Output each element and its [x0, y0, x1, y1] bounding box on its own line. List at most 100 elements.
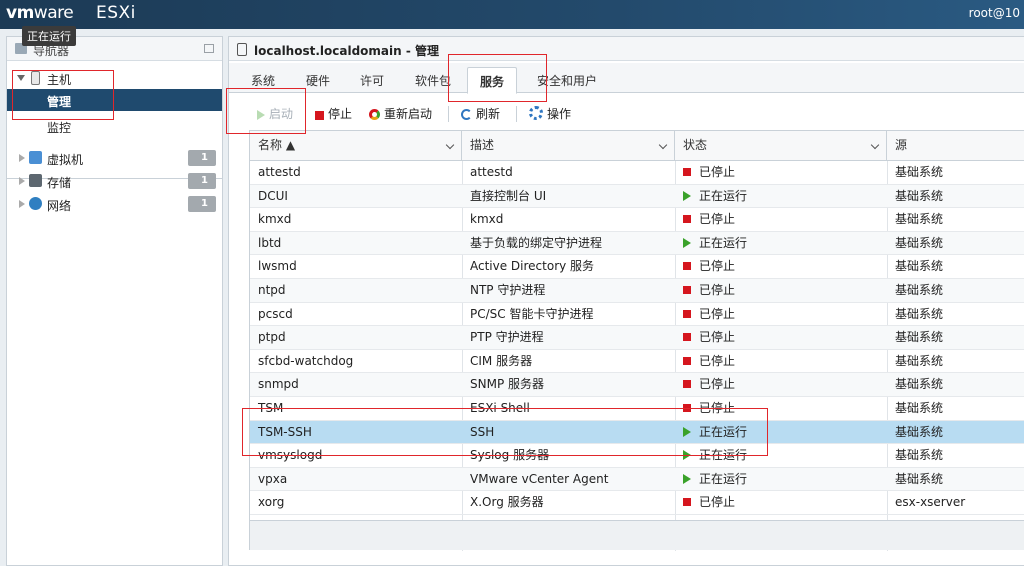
top-bar: vmware ESXi root@10: [0, 0, 1024, 29]
cell-status-text: 正在运行: [699, 424, 748, 439]
storage-icon: [29, 174, 42, 187]
table-row[interactable]: pcscd PC/SC 智能卡守护进程 已停止 基础系统: [250, 303, 1024, 327]
cell-status: 已停止: [675, 350, 887, 373]
cell-source-text: 基础系统: [895, 353, 944, 368]
cell-status-text: 正在运行: [699, 448, 748, 463]
cell-description: SNMP 服务器: [462, 373, 675, 396]
cell-description-text: attestd: [470, 165, 513, 179]
cell-name: xorg: [250, 491, 462, 514]
running-icon: [683, 237, 691, 248]
refresh-button[interactable]: 刷新: [461, 105, 500, 122]
cell-name-text: TSM: [258, 400, 284, 415]
cell-description: VMware vCenter Agent: [462, 468, 675, 491]
cell-source: 基础系统: [887, 279, 1024, 302]
host-icon: [31, 71, 40, 85]
nav-item-storage[interactable]: 存储 1: [7, 170, 222, 192]
chevron-down-icon[interactable]: [658, 140, 668, 150]
cell-status-text: 已停止: [699, 353, 736, 368]
tab-system[interactable]: 系统: [251, 72, 275, 89]
tab-services[interactable]: 服务: [467, 67, 518, 94]
stop-button[interactable]: 停止: [315, 105, 352, 122]
table-row[interactable]: TSM ESXi Shell 已停止 基础系统: [250, 397, 1024, 421]
nav-item-network[interactable]: 网络 1: [7, 193, 222, 215]
expand-right-icon[interactable]: [19, 177, 25, 185]
cell-description-text: Syslog 服务器: [470, 448, 550, 463]
page-title: localhost.localdomain - 管理: [254, 44, 440, 58]
nav-item-label: 监控: [47, 121, 72, 135]
cell-name: sfcbd-watchdog: [250, 350, 462, 373]
cell-source-text: 基础系统: [895, 188, 944, 203]
cell-source: 基础系统: [887, 185, 1024, 208]
nav-item-manage[interactable]: 管理: [7, 89, 222, 111]
cell-name-text: xorg: [258, 495, 285, 510]
collapse-icon[interactable]: [204, 44, 214, 53]
tab-license[interactable]: 许可: [360, 72, 384, 89]
cell-source-text: esx-xserver: [895, 495, 966, 510]
cell-name: TSM: [250, 397, 462, 420]
cell-source-text: 基础系统: [895, 330, 944, 345]
cell-name: vmsyslogd: [250, 444, 462, 467]
cell-name-text: vpxa: [258, 471, 288, 486]
table-row[interactable]: ptpd PTP 守护进程 已停止 基础系统: [250, 326, 1024, 350]
cell-source: 基础系统: [887, 468, 1024, 491]
restart-button[interactable]: 重新启动: [369, 105, 432, 122]
expand-right-icon[interactable]: [19, 154, 25, 162]
tooltip: 正在运行: [22, 26, 76, 46]
cell-description-text: 直接控制台 UI: [470, 188, 547, 203]
column-header-source[interactable]: 源: [887, 131, 1024, 161]
nav-item-host[interactable]: 主机: [7, 67, 222, 89]
count-badge: 1: [188, 196, 216, 212]
table-row[interactable]: attestd attestd 已停止 基础系统: [250, 161, 1024, 185]
table-row[interactable]: snmpd SNMP 服务器 已停止 基础系统: [250, 373, 1024, 397]
table-row[interactable]: lwsmd Active Directory 服务 已停止 基础系统: [250, 255, 1024, 279]
cell-status: 正在运行: [675, 444, 887, 467]
table-row[interactable]: kmxd kmxd 已停止 基础系统: [250, 208, 1024, 232]
cell-source: 基础系统: [887, 303, 1024, 326]
cell-status: 已停止: [675, 491, 887, 514]
nav-item-vms[interactable]: 虚拟机 1: [7, 147, 222, 169]
expand-right-icon[interactable]: [19, 200, 25, 208]
table-row[interactable]: vpxa VMware vCenter Agent 正在运行 基础系统: [250, 467, 1024, 492]
table-row[interactable]: TSM-SSH SSH 正在运行 基础系统: [250, 420, 1024, 445]
actions-button[interactable]: 操作: [529, 105, 571, 122]
tab-packages[interactable]: 软件包: [415, 72, 451, 89]
table-row[interactable]: ntpd NTP 守护进程 已停止 基础系统: [250, 278, 1024, 303]
gear-icon: [529, 106, 543, 120]
column-label: 描述: [470, 138, 495, 152]
chevron-down-icon[interactable]: [870, 140, 880, 150]
count-badge: 1: [188, 173, 216, 189]
cell-name-text: ptpd: [258, 330, 286, 345]
cell-source: 基础系统: [887, 208, 1024, 231]
column-header-status[interactable]: 状态: [675, 131, 887, 161]
table-row[interactable]: vmsyslogd Syslog 服务器 正在运行 基础系统: [250, 444, 1024, 468]
cell-description: PC/SC 智能卡守护进程: [462, 303, 675, 326]
expand-down-icon[interactable]: [17, 75, 25, 81]
cell-description-text: SNMP 服务器: [470, 377, 544, 392]
cell-source-text: 基础系统: [895, 306, 944, 321]
cell-source: 基础系统: [887, 255, 1024, 278]
services-table: 名称 ▲ 描述 状态 源 attestd attestd 已停止 基础系统 DCUI 直接…: [249, 130, 1024, 551]
tab-hardware[interactable]: 硬件: [306, 72, 330, 89]
table-row[interactable]: xorg X.Org 服务器 已停止 esx-xserver: [250, 491, 1024, 515]
tab-security-users[interactable]: 安全和用户: [537, 72, 597, 89]
column-header-name[interactable]: 名称 ▲: [250, 131, 462, 161]
cell-name-text: lbtd: [258, 235, 282, 250]
vm-icon: [29, 151, 42, 164]
cell-description-text: VMware vCenter Agent: [470, 471, 609, 486]
start-button[interactable]: 启动: [257, 105, 293, 122]
table-row[interactable]: sfcbd-watchdog CIM 服务器 已停止 基础系统: [250, 350, 1024, 374]
chevron-down-icon[interactable]: [445, 140, 455, 150]
cell-status: 已停止: [675, 279, 887, 302]
table-row[interactable]: DCUI 直接控制台 UI 正在运行 基础系统: [250, 184, 1024, 209]
user-menu[interactable]: root@10: [969, 6, 1020, 20]
nav-item-monitor[interactable]: 监控: [7, 115, 222, 137]
cell-source-text: 基础系统: [895, 259, 944, 274]
cell-source: 基础系统: [887, 232, 1024, 255]
cell-status: 正在运行: [675, 421, 887, 444]
table-row[interactable]: lbtd 基于负载的绑定守护进程 正在运行 基础系统: [250, 231, 1024, 256]
column-header-description[interactable]: 描述: [462, 131, 675, 161]
cell-name-text: kmxd: [258, 212, 292, 227]
cell-source: 基础系统: [887, 421, 1024, 444]
restart-label: 重新启动: [384, 107, 433, 121]
cell-status: 已停止: [675, 208, 887, 231]
